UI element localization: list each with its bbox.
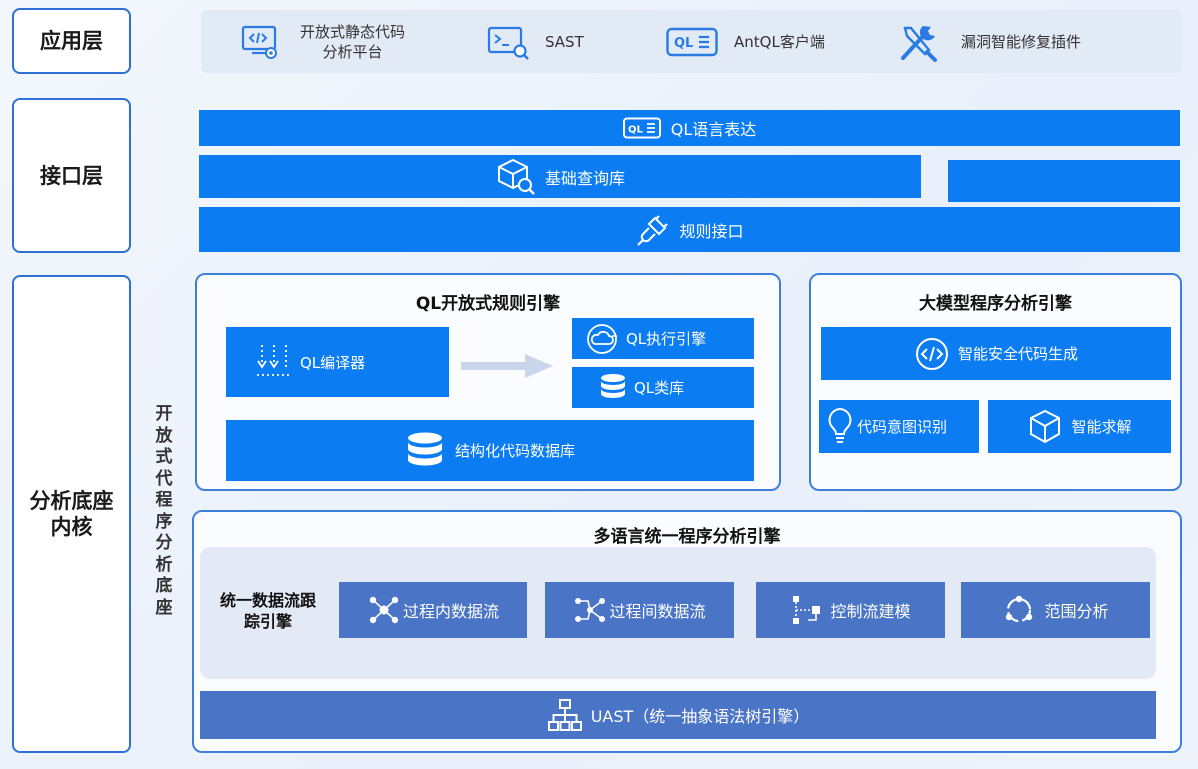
- panel-title: 多语言统一程序分析引擎: [593, 527, 781, 547]
- app-item-antql[interactable]: QL AntQL客户端: [666, 18, 825, 66]
- panel-llm-engine: 大模型程序分析引擎: [809, 273, 1182, 491]
- code-intent-box[interactable]: 代码意图识别: [819, 400, 979, 453]
- box-label: 智能安全代码生成: [957, 345, 1078, 363]
- compile-arrow: [461, 352, 555, 380]
- compiler-icon: [254, 341, 294, 383]
- interface-bar-label: QL语言表达: [670, 120, 757, 139]
- box-label: 智能求解: [1071, 418, 1132, 436]
- hierarchy-icon: [547, 698, 583, 732]
- interface-bar-label: 基础查询库: [544, 168, 625, 188]
- app-item-vuln-fix[interactable]: 漏洞智能修复插件: [897, 18, 1081, 66]
- box-label: 过程间数据流: [609, 602, 706, 621]
- box-label: 过程内数据流: [402, 602, 499, 621]
- cube-icon: [1027, 408, 1063, 446]
- tools-icon: [897, 20, 943, 64]
- layer-label-core: 分析底座 内核: [12, 275, 131, 753]
- uast-engine-bar[interactable]: UAST（统一抽象语法树引擎）: [200, 691, 1156, 739]
- layer-label-app: 应用层: [12, 8, 131, 74]
- svg-text:QL: QL: [628, 125, 644, 136]
- interface-bar-query-lib[interactable]: 基础查询库: [199, 155, 921, 198]
- ql-compiler-box[interactable]: QL编译器: [226, 327, 449, 397]
- box-label: 范围分析: [1044, 602, 1109, 621]
- interface-bar-label: 规则接口: [679, 221, 744, 241]
- cycle-icon: [1002, 593, 1036, 627]
- interface-bar-block: [948, 160, 1180, 202]
- interface-bar-ql-expression[interactable]: QL QL语言表达: [199, 110, 1180, 146]
- intra-dataflow-box[interactable]: 过程内数据流: [339, 582, 527, 638]
- cloud-cycle-icon: [584, 322, 620, 356]
- layer-core-text: 分析底座 内核: [29, 489, 114, 539]
- structured-code-db-box[interactable]: 结构化代码数据库: [226, 420, 754, 481]
- plug-icon: [635, 212, 671, 248]
- ql-badge-icon: QL: [666, 27, 718, 57]
- dataflow-engine-label: 统一数据流跟 踪引擎: [219, 591, 316, 631]
- lightbulb-icon: [825, 406, 855, 448]
- terminal-search-icon: [487, 22, 531, 62]
- llm-code-gen-box[interactable]: 智能安全代码生成: [821, 327, 1171, 380]
- app-item-label: SAST: [545, 33, 584, 51]
- flowchart-icon: [790, 593, 824, 627]
- box-label: 代码意图识别: [857, 418, 948, 436]
- app-item-sast[interactable]: SAST: [487, 18, 584, 66]
- app-item-label: AntQL客户端: [734, 33, 825, 51]
- ql-executor-box[interactable]: QL执行引擎: [572, 318, 754, 359]
- control-flow-box[interactable]: 控制流建模: [756, 582, 945, 638]
- panel-title: QL开放式规则引擎: [415, 294, 561, 314]
- box-search-icon: [495, 157, 537, 197]
- side-vertical-label: 开放式代程序分析底座: [155, 404, 173, 618]
- layer-interface-text: 接口层: [40, 163, 103, 188]
- code-monitor-icon: [240, 22, 280, 62]
- interface-bar-rule-api[interactable]: 规则接口: [199, 207, 1180, 252]
- inter-dataflow-box[interactable]: 过程间数据流: [545, 582, 734, 638]
- panel-title: 大模型程序分析引擎: [919, 294, 1072, 314]
- flow-lines-icon: [573, 593, 607, 627]
- range-analysis-box[interactable]: 范围分析: [961, 582, 1150, 638]
- app-item-label: 漏洞智能修复插件: [961, 33, 1082, 51]
- app-item-label: 开放式静态代码 分析平台: [300, 23, 406, 61]
- box-label: UAST（统一抽象语法树引擎）: [590, 707, 810, 726]
- code-circle-icon: [914, 336, 950, 372]
- box-label: 控制流建模: [830, 602, 911, 621]
- database-icon: [598, 372, 628, 404]
- svg-text:QL: QL: [674, 36, 693, 51]
- box-label: QL执行引擎: [626, 330, 707, 348]
- network-icon: [367, 593, 401, 627]
- ql-badge-icon: QL: [622, 117, 661, 139]
- box-label: 结构化代码数据库: [454, 442, 575, 460]
- layer-label-interface: 接口层: [12, 98, 131, 253]
- smart-solve-box[interactable]: 智能求解: [988, 400, 1171, 453]
- layer-app-text: 应用层: [40, 29, 103, 53]
- database-icon: [405, 430, 445, 472]
- ql-classlib-box[interactable]: QL类库: [572, 367, 754, 408]
- app-item-static-platform[interactable]: 开放式静态代码 分析平台: [240, 18, 405, 66]
- box-label: QL编译器: [300, 353, 366, 372]
- box-label: QL类库: [634, 379, 685, 397]
